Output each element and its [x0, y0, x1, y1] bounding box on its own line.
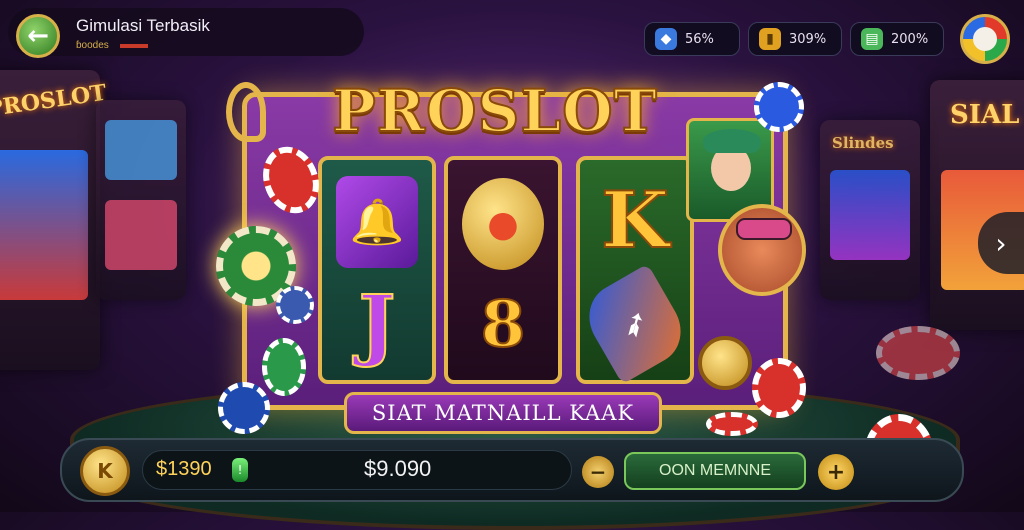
spin-button[interactable]: OON MEMNNE: [624, 452, 806, 490]
blue-chip-icon: [754, 82, 804, 132]
chevron-right-icon: ›: [995, 226, 1007, 260]
reel-symbol-j: J: [358, 278, 397, 371]
reel-1: 🔔 J: [318, 156, 436, 384]
currency-pill-cards[interactable]: ▮ 309%: [748, 22, 842, 56]
currency-pill-cash[interactable]: ▤ 200%: [850, 22, 944, 56]
red-chip-icon-3: [706, 412, 758, 436]
purple-bell-icon: 🔔: [336, 176, 418, 268]
balance-value: $1390: [156, 458, 212, 480]
orange-feather-icon: ➶: [576, 263, 694, 385]
balance-gem-icon: !: [232, 458, 248, 482]
game-subtitle: ɓoodes: [76, 40, 109, 51]
currency-value: 309%: [789, 31, 827, 47]
left-machine-sign: PROSLOT: [0, 79, 109, 123]
right-arcade-machine: SIAL: [930, 80, 1024, 330]
game-title: Gimulasi Terbasik: [76, 16, 210, 35]
reel-2: ● 8: [444, 156, 562, 384]
reel-3: K ➶: [576, 156, 694, 385]
decorative-gold-swirl-icon: [226, 82, 266, 142]
back-arrow-icon: ←: [27, 21, 49, 51]
subtitle-accent-bar: [120, 44, 148, 48]
reel-symbol-k: K: [600, 174, 670, 267]
decrease-bet-button[interactable]: −: [582, 456, 614, 488]
right-arcade-machine-2: Slindes: [820, 120, 920, 300]
increase-bet-button[interactable]: +: [818, 454, 854, 490]
coin-menu-button[interactable]: K: [80, 446, 130, 496]
gold-coin-chip-icon: [698, 336, 752, 390]
settings-wheel-button[interactable]: [960, 14, 1010, 64]
green-chip-icon-2: [262, 338, 306, 396]
settings-wheel-icon: [973, 27, 997, 51]
red-chip-icon-2: [752, 358, 806, 418]
win-value: $9.090: [364, 456, 432, 481]
left-arcade-machine-2: [96, 100, 186, 300]
gold-coin-icon: ●: [462, 178, 544, 270]
coin-icon: K: [97, 459, 113, 483]
back-button[interactable]: ←: [16, 14, 60, 58]
gold-card-icon: ▮: [759, 28, 781, 50]
cash-stack-icon: ▤: [861, 28, 883, 50]
blurred-red-chip-icon: [876, 326, 960, 380]
machine-banner: SIAT MATNAILL KAAK: [344, 392, 662, 434]
currency-value: 200%: [891, 31, 929, 47]
right-machine-sign: SIAL: [950, 100, 1020, 130]
character-hat-icon: [703, 129, 761, 153]
proslot-logo: PROSLOT: [331, 76, 658, 146]
character-goggles-icon: [736, 218, 792, 240]
blue-chip-icon-2: [276, 286, 314, 324]
left-arcade-machine: PROSLOT: [0, 70, 108, 370]
right-machine-2-sign: Slindes: [832, 134, 894, 152]
shield-gem-icon: ◆: [655, 28, 677, 50]
blue-chip-icon-3: [218, 382, 270, 434]
currency-pill-gems[interactable]: ◆ 56%: [644, 22, 740, 56]
reel-symbol-8: 8: [480, 286, 527, 363]
male-character-medallion: [718, 204, 806, 296]
currency-value: 56%: [685, 31, 714, 47]
